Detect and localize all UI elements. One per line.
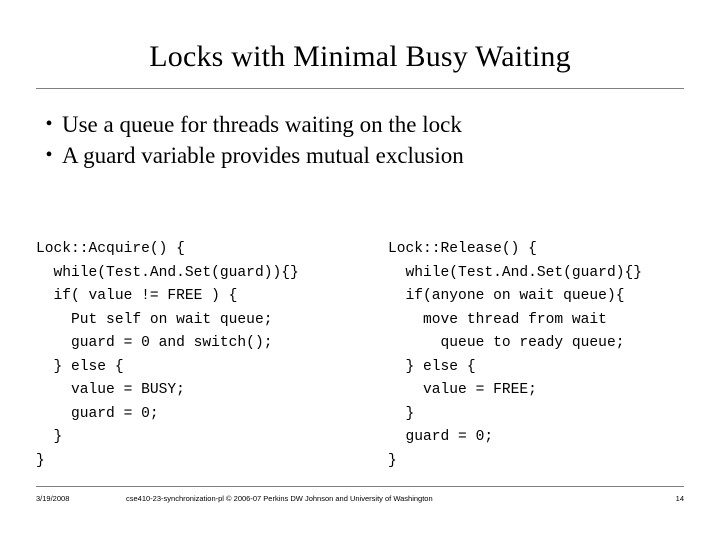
bullet-marker-icon: •	[45, 144, 53, 166]
footer-date: 3/19/2008	[36, 494, 70, 503]
code-area: Lock::Acquire() { while(Test.And.Set(gua…	[36, 238, 696, 473]
page-title: Locks with Minimal Busy Waiting	[149, 40, 571, 73]
slide: Locks with Minimal Busy Waiting • Use a …	[0, 0, 720, 540]
code-block-acquire: Lock::Acquire() { while(Test.And.Set(gua…	[36, 241, 299, 469]
code-block-release: Lock::Release() { while(Test.And.Set(gua…	[388, 241, 642, 469]
list-item: • Use a queue for threads waiting on the…	[36, 110, 696, 139]
list-item-text: A guard variable provides mutual exclusi…	[62, 143, 464, 168]
list-item-text: Use a queue for threads waiting on the l…	[62, 112, 462, 137]
bullet-list: • Use a queue for threads waiting on the…	[36, 110, 696, 172]
bullet-marker-icon: •	[45, 113, 53, 135]
footer-credit: cse410-23-synchronization-pl © 2006-07 P…	[126, 494, 433, 503]
footer-page-number: 14	[675, 494, 684, 503]
title-divider	[36, 88, 684, 89]
list-item: • A guard variable provides mutual exclu…	[36, 141, 696, 170]
footer-divider	[36, 486, 684, 487]
footer: 3/19/2008 cse410-23-synchronization-pl ©…	[36, 492, 684, 512]
